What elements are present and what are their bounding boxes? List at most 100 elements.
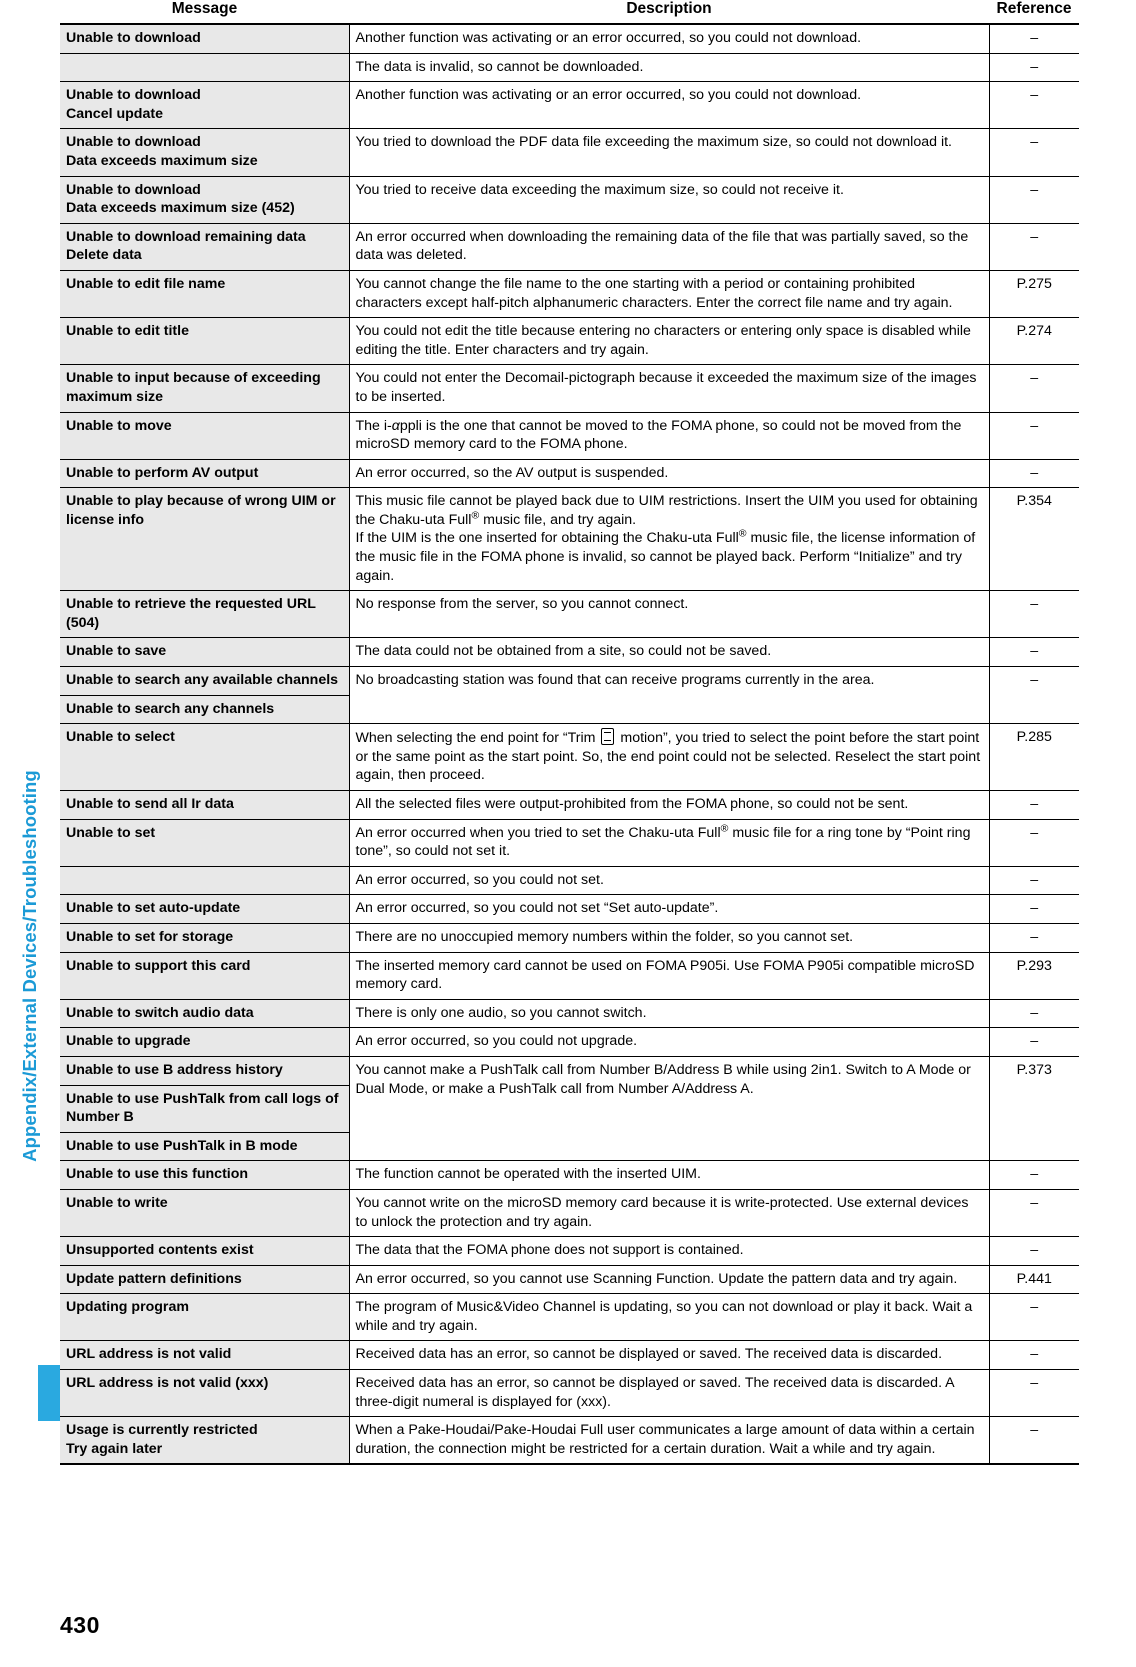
chapter-side-label: Appendix/External Devices/Troubleshootin… bbox=[0, 0, 60, 1600]
table-row: Unable to upgrade An error occurred, so … bbox=[60, 1027, 1079, 1057]
table-row: Unable to download Cancel update Another… bbox=[60, 81, 1079, 130]
cell-message: Unable to support this card bbox=[60, 952, 350, 1000]
cell-reference: – bbox=[989, 1236, 1079, 1266]
cell-message: Unable to edit title bbox=[60, 317, 350, 366]
cell-message: Unable to search any available channels bbox=[60, 666, 350, 696]
message-table-wrapper: Message Description Reference Unable to … bbox=[60, 0, 1079, 1466]
cell-description: There are no unoccupied memory numbers w… bbox=[349, 923, 990, 953]
table-row: Unable to edit file name You cannot chan… bbox=[60, 270, 1079, 319]
cell-message: Unable to save bbox=[60, 637, 350, 668]
cell-message bbox=[60, 866, 350, 896]
page-footer: 430 bbox=[60, 1612, 1079, 1639]
table-row: Updating program The program of Music&Vi… bbox=[60, 1293, 1079, 1342]
cell-message: Unable to download Cancel update bbox=[60, 81, 350, 130]
cell-description: The inserted memory card cannot be used … bbox=[349, 952, 990, 1000]
cell-description: No broadcasting station was found that c… bbox=[349, 666, 990, 725]
cell-message: Unable to select bbox=[60, 723, 350, 791]
cell-message: Unable to download Data exceeds maximum … bbox=[60, 128, 350, 177]
cell-description: You could not edit the title because ent… bbox=[349, 317, 990, 366]
table-row: Unable to select When selecting the end … bbox=[60, 723, 1079, 791]
cell-reference: – bbox=[989, 1027, 1079, 1057]
table-row: Unable to send all Ir data All the selec… bbox=[60, 790, 1079, 820]
cell-message: Unable to use PushTalk from call logs of… bbox=[60, 1085, 350, 1133]
cell-message: Updating program bbox=[60, 1293, 350, 1342]
cell-message: Unable to use B address history bbox=[60, 1056, 350, 1086]
trim-motion-icon bbox=[601, 728, 615, 746]
message-table: Message Description Reference Unable to … bbox=[60, 0, 1079, 1466]
cell-reference: – bbox=[989, 1293, 1079, 1342]
table-row: Unable to save The data could not be obt… bbox=[60, 637, 1079, 668]
cell-description: An error occurred when downloading the r… bbox=[349, 223, 990, 271]
cell-message: Unable to search any channels bbox=[60, 695, 350, 725]
cell-description: The data is invalid, so cannot be downlo… bbox=[349, 53, 990, 83]
cell-reference: P.275 bbox=[989, 270, 1079, 319]
cell-reference: – bbox=[989, 459, 1079, 489]
cell-description: No response from the server, so you cann… bbox=[349, 590, 990, 639]
cell-message: Unable to use PushTalk in B mode bbox=[60, 1132, 350, 1162]
cell-reference: – bbox=[989, 790, 1079, 820]
table-row: Unable to set for storage There are no u… bbox=[60, 923, 1079, 953]
cell-message: Unable to input because of exceeding max… bbox=[60, 364, 350, 413]
cell-reference: – bbox=[989, 666, 1079, 725]
cell-reference: – bbox=[989, 866, 1079, 896]
cell-message: Unable to perform AV output bbox=[60, 459, 350, 489]
page-number: 430 bbox=[60, 1612, 100, 1638]
cell-description: An error occurred, so you could not set. bbox=[349, 866, 990, 896]
cell-reference: – bbox=[989, 223, 1079, 271]
column-header-message: Message bbox=[60, 0, 349, 25]
cell-description: When a Pake-Houdai/Pake-Houdai Full user… bbox=[349, 1416, 990, 1466]
table-row: URL address is not valid (xxx) Received … bbox=[60, 1369, 1079, 1418]
cell-message: Unable to send all Ir data bbox=[60, 790, 350, 820]
cell-reference: – bbox=[989, 128, 1079, 177]
cell-reference: – bbox=[989, 999, 1079, 1029]
cell-message: Unable to play because of wrong UIM or l… bbox=[60, 487, 350, 592]
cell-description: You cannot write on the microSD memory c… bbox=[349, 1189, 990, 1238]
cell-description: You tried to receive data exceeding the … bbox=[349, 176, 990, 224]
cell-reference: – bbox=[989, 412, 1079, 460]
cell-reference: P.285 bbox=[989, 723, 1079, 791]
table-row: Unable to search any available channels … bbox=[60, 666, 1079, 725]
table-row: Unable to use this function The function… bbox=[60, 1160, 1079, 1190]
cell-reference: – bbox=[989, 81, 1079, 130]
cell-description: Received data has an error, so cannot be… bbox=[349, 1369, 990, 1418]
cell-description: An error occurred, so the AV output is s… bbox=[349, 459, 990, 489]
cell-reference: P.441 bbox=[989, 1265, 1079, 1295]
cell-reference: – bbox=[989, 53, 1079, 83]
cell-message: Unsupported contents exist bbox=[60, 1236, 350, 1266]
table-body: Unable to download Another function was … bbox=[60, 24, 1079, 1466]
column-header-reference: Reference bbox=[989, 0, 1079, 25]
cell-reference: – bbox=[989, 24, 1079, 54]
cell-reference: – bbox=[989, 1340, 1079, 1371]
cell-description: Another function was activating or an er… bbox=[349, 81, 990, 130]
table-row: Unable to set auto-update An error occur… bbox=[60, 894, 1079, 924]
table-row: Unable to edit title You could not edit … bbox=[60, 317, 1079, 366]
table-row: Update pattern definitions An error occu… bbox=[60, 1265, 1079, 1295]
table-row: Unable to download Data exceeds maximum … bbox=[60, 176, 1079, 224]
cell-description: An error occurred, so you could not upgr… bbox=[349, 1027, 990, 1057]
table-row: Unable to move The i-αppli is the one th… bbox=[60, 412, 1079, 460]
cell-description: You could not enter the Decomail-pictogr… bbox=[349, 364, 990, 413]
cell-reference: – bbox=[989, 590, 1079, 639]
cell-reference: P.274 bbox=[989, 317, 1079, 366]
cell-description: The function cannot be operated with the… bbox=[349, 1160, 990, 1190]
cell-message: URL address is not valid (xxx) bbox=[60, 1369, 350, 1418]
cell-message: Unable to edit file name bbox=[60, 270, 350, 319]
cell-description: An error occurred when you tried to set … bbox=[349, 819, 990, 867]
cell-description: This music file cannot be played back du… bbox=[349, 487, 990, 592]
table-row: Unable to download remaining data Delete… bbox=[60, 223, 1079, 271]
table-row: Unable to retrieve the requested URL (50… bbox=[60, 590, 1079, 639]
table-row: Unsupported contents exist The data that… bbox=[60, 1236, 1079, 1266]
cell-description: Received data has an error, so cannot be… bbox=[349, 1340, 990, 1371]
cell-message: Update pattern definitions bbox=[60, 1265, 350, 1295]
cell-description: When selecting the end point for “Trim m… bbox=[349, 723, 990, 791]
cell-message: Unable to download Data exceeds maximum … bbox=[60, 176, 350, 224]
cell-message: Unable to download remaining data Delete… bbox=[60, 223, 350, 271]
cell-description: The data that the FOMA phone does not su… bbox=[349, 1236, 990, 1266]
cell-message: Unable to retrieve the requested URL (50… bbox=[60, 590, 350, 639]
cell-message bbox=[60, 53, 350, 83]
cell-message: Unable to use this function bbox=[60, 1160, 350, 1190]
cell-description: All the selected files were output-prohi… bbox=[349, 790, 990, 820]
cell-description: An error occurred, so you cannot use Sca… bbox=[349, 1265, 990, 1295]
table-row: Unable to switch audio data There is onl… bbox=[60, 999, 1079, 1029]
table-header-row: Message Description Reference bbox=[60, 0, 1079, 25]
